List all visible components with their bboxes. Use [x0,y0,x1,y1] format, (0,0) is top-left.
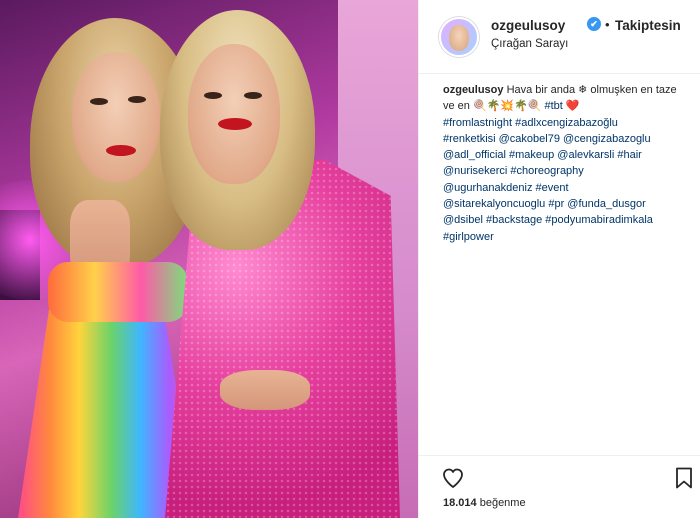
header-username[interactable]: ozgeulusoy [491,18,565,33]
hashtag-link[interactable]: #tbt [541,100,563,112]
caption-tags-line[interactable]: #renketkisi @cakobel79 @cengizabazoglu [443,133,651,145]
bookmark-icon[interactable] [675,467,693,489]
header-separator: • [605,17,610,32]
caption-tags-line[interactable]: #fromlastnight #adlxcengizabazoğlu [443,117,618,129]
right-person-lips [218,118,252,130]
verified-badge-icon: ✔ [587,17,601,31]
instagram-post: ozgeulusoy ✔ • Takiptesin Çırağan Sarayı… [0,0,700,518]
emoji-sequence: 🍭🌴💥🌴🍭 [472,100,542,113]
left-person-face [72,52,160,182]
heart-icon[interactable] [441,466,465,490]
avatar[interactable] [439,17,479,57]
caption-tags-line[interactable]: @nurisekerci #choreography [443,165,584,177]
post-sidebar: ozgeulusoy ✔ • Takiptesin Çırağan Sarayı… [418,0,700,518]
post-header: ozgeulusoy ✔ • Takiptesin Çırağan Sarayı [419,0,700,74]
left-person-eye [90,98,108,105]
caption-tags-line[interactable]: @adl_official #makeup @alevkarsli #hair [443,149,642,161]
post-photo[interactable] [0,0,418,518]
left-person-dress-top [48,262,188,322]
caption-tags-line[interactable]: @sitarekalyoncuoglu #pr @funda_dusgor [443,198,646,210]
post-actions [419,455,700,495]
right-person-eye [244,92,262,99]
caption-tags-line[interactable]: @ugurhanakdeniz #event [443,182,569,194]
right-person-waist [220,370,310,410]
caption-text: Hava bir anda [503,84,579,96]
caption-username[interactable]: ozgeulusoy [443,84,504,96]
likes-label: beğenme [476,497,526,509]
caption-tags-line[interactable]: #girlpower [443,231,494,243]
location-link[interactable]: Çırağan Sarayı [491,38,568,50]
left-person-eye [128,96,146,103]
likes-count[interactable]: 18.014 beğenme [443,497,526,509]
right-person-face [188,44,280,184]
snowflake-emoji: ❄ [578,84,588,96]
likes-number: 18.014 [443,497,477,509]
post-caption: ozgeulusoy Hava bir anda ❄ olmuşken en t… [443,82,691,245]
right-person-eye [204,92,222,99]
following-button[interactable]: Takiptesin [615,18,681,33]
caption-tags-line[interactable]: @dsibel #backstage #podyumabiradimkala [443,214,653,226]
heart-emoji: ❤️ [562,100,580,113]
left-person-lips [106,145,136,156]
